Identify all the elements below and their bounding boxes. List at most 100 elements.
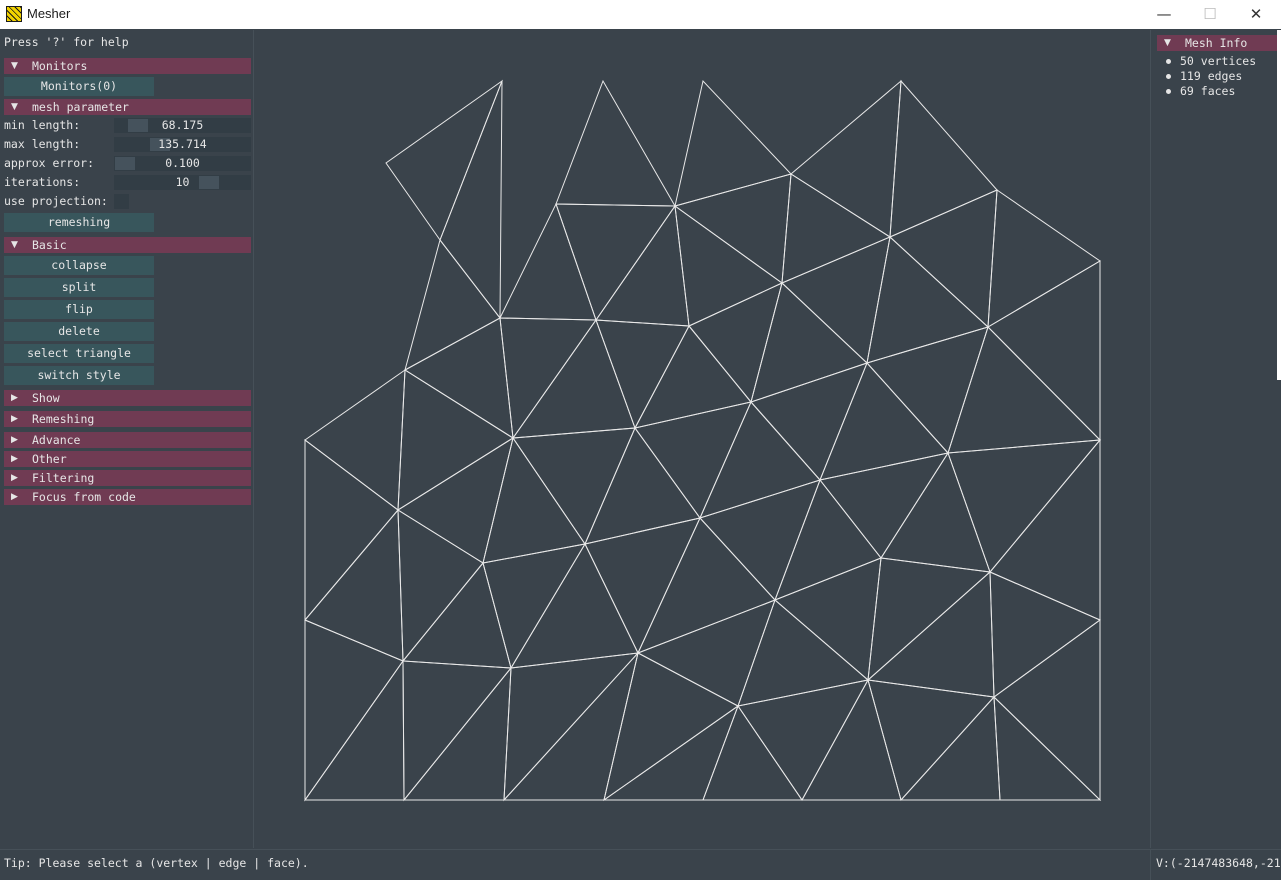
mesh-face[interactable] — [993, 619, 1101, 802]
collapse-button[interactable]: collapse — [4, 256, 154, 275]
mesh-face[interactable] — [637, 517, 776, 654]
close-button[interactable]: ✕ — [1233, 0, 1279, 29]
mesh-face[interactable] — [781, 173, 892, 284]
mesh-face[interactable] — [737, 679, 869, 801]
maximize-button[interactable]: ☐ — [1187, 0, 1233, 29]
mesh-face[interactable] — [499, 202, 597, 321]
mesh-face[interactable] — [750, 362, 868, 481]
mesh-face[interactable] — [602, 704, 740, 801]
mesh-face[interactable] — [801, 678, 902, 801]
section-header-mesh-info[interactable]: ▼ Mesh Info — [1157, 35, 1277, 51]
mesh-face[interactable] — [482, 543, 586, 670]
mesh-face[interactable] — [404, 238, 501, 372]
mesh-face[interactable] — [781, 236, 891, 364]
mesh-face[interactable] — [385, 79, 504, 242]
select-triangle-button[interactable]: select triangle — [4, 344, 154, 363]
mesh-face[interactable] — [439, 80, 503, 320]
mesh-face[interactable] — [790, 79, 902, 238]
split-button[interactable]: split — [4, 278, 154, 297]
remeshing-button[interactable]: remeshing — [4, 213, 154, 232]
delete-button[interactable]: delete — [4, 322, 154, 341]
slider-value: 68.175 — [161, 118, 204, 132]
mesh-face[interactable] — [402, 660, 512, 802]
mesh-face[interactable] — [402, 666, 512, 801]
mesh-face[interactable] — [595, 204, 690, 327]
mesh-face[interactable] — [987, 189, 1101, 328]
use-projection-checkbox[interactable] — [114, 194, 129, 209]
mesh-face[interactable] — [989, 571, 1102, 698]
mesh-face[interactable] — [404, 317, 514, 439]
mesh-face[interactable] — [774, 478, 882, 601]
mesh-face[interactable] — [899, 695, 1001, 801]
mesh-face[interactable] — [304, 619, 404, 802]
minimize-button[interactable]: — — [1141, 0, 1187, 29]
iterations-slider[interactable]: 10 — [114, 175, 251, 190]
expanded-arrow-icon: ▼ — [11, 102, 18, 112]
mesh-face[interactable] — [304, 438, 399, 622]
mesh-face[interactable] — [603, 652, 739, 802]
mesh-face[interactable] — [987, 260, 1101, 442]
mesh-face[interactable] — [584, 517, 701, 655]
mesh-face[interactable] — [947, 439, 1102, 573]
mesh-face[interactable] — [866, 326, 989, 454]
mesh-face[interactable] — [304, 369, 406, 511]
mesh-face[interactable] — [750, 282, 868, 403]
mesh-face[interactable] — [688, 282, 783, 404]
mesh-face[interactable] — [866, 570, 995, 698]
mesh-face[interactable] — [889, 189, 998, 329]
mesh-face[interactable] — [737, 599, 870, 707]
mesh-face[interactable] — [634, 325, 752, 429]
mesh-face[interactable] — [636, 599, 776, 707]
mesh-face[interactable] — [880, 451, 991, 573]
mesh-face[interactable] — [866, 236, 989, 364]
max-length-slider[interactable]: 135.714 — [114, 137, 251, 152]
section-label: Remeshing — [32, 412, 95, 426]
mesh-viewport[interactable] — [254, 30, 1150, 848]
section-label: Monitors — [32, 59, 88, 73]
mesh-face[interactable] — [989, 438, 1101, 621]
approx-error-slider[interactable]: 0.100 — [114, 156, 251, 171]
section-header-monitors[interactable]: ▼ Monitors — [4, 58, 251, 74]
section-header-filtering[interactable]: ▶ Filtering — [4, 470, 251, 486]
mesh-face[interactable] — [304, 659, 405, 801]
mesh-face[interactable] — [867, 557, 992, 682]
mesh-face[interactable] — [401, 561, 512, 669]
section-header-basic[interactable]: ▼ Basic — [4, 237, 251, 253]
mesh-face[interactable] — [867, 679, 996, 802]
mesh-face[interactable] — [595, 319, 690, 430]
section-header-mesh-parameter[interactable]: ▼ mesh parameter — [4, 99, 251, 115]
scrollbar[interactable] — [1277, 30, 1281, 380]
mesh-face[interactable] — [510, 542, 639, 669]
info-text: 119 edges — [1180, 69, 1243, 83]
mesh-face[interactable] — [947, 326, 1102, 454]
mesh-face[interactable] — [555, 203, 676, 322]
flip-button[interactable]: flip — [4, 300, 154, 319]
mesh-face[interactable] — [584, 426, 701, 545]
switch-style-button[interactable]: switch style — [4, 366, 154, 385]
mesh-face[interactable] — [819, 362, 949, 481]
mesh-face[interactable] — [397, 369, 514, 511]
mesh-face[interactable] — [819, 452, 950, 559]
mesh-face[interactable] — [634, 401, 752, 520]
mesh-face[interactable] — [673, 173, 792, 284]
mesh-face[interactable] — [774, 557, 882, 682]
mesh-face[interactable] — [511, 318, 636, 439]
mesh-face[interactable] — [512, 427, 636, 546]
mesh-face[interactable] — [674, 79, 792, 207]
mesh-face[interactable] — [397, 509, 484, 663]
mesh-face[interactable] — [499, 317, 597, 440]
section-header-other[interactable]: ▶ Other — [4, 451, 251, 467]
mesh-face[interactable] — [397, 436, 514, 564]
mesh-face[interactable] — [502, 651, 639, 801]
section-header-advance[interactable]: ▶ Advance — [4, 432, 251, 448]
mesh-wireframe[interactable] — [254, 30, 1150, 848]
section-header-remeshing[interactable]: ▶ Remeshing — [4, 411, 251, 427]
monitors-button[interactable]: Monitors(0) — [4, 77, 154, 96]
min-length-label: min length: — [4, 118, 81, 132]
mesh-face[interactable] — [304, 508, 404, 662]
section-header-focus-from-code[interactable]: ▶ Focus from code — [4, 489, 251, 505]
section-header-show[interactable]: ▶ Show — [4, 390, 251, 406]
mesh-face[interactable] — [555, 79, 676, 207]
min-length-slider[interactable]: 68.175 — [114, 118, 251, 133]
mesh-face[interactable] — [699, 479, 821, 601]
